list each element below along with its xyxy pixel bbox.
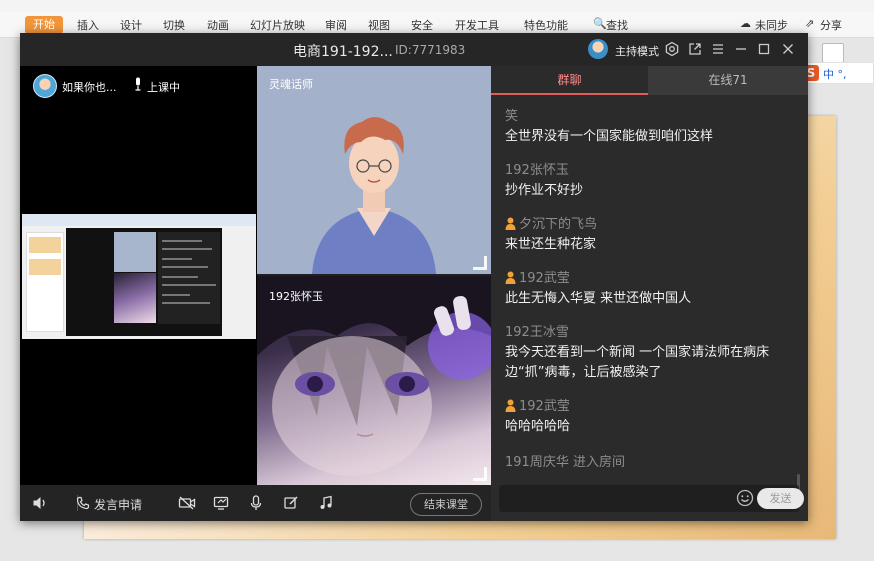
menu-view[interactable]: 视图 (368, 17, 390, 33)
menu-find[interactable]: 查找 (606, 17, 628, 33)
settings-icon[interactable] (664, 41, 680, 57)
sync-status[interactable]: 未同步 (755, 17, 788, 33)
message-sender-row: 192武莹 (505, 397, 793, 417)
message-sender: 192武莹 (519, 271, 570, 286)
message-text: 此生无悔入华夏 来世还做中国人 (505, 291, 692, 306)
classroom-window: 电商191-192... ID:7771983 主持模式 如果你也... 上课中 (20, 33, 808, 521)
teacher-video[interactable]: 灵魂话师 (257, 66, 491, 274)
host-mode-label[interactable]: 主持模式 (615, 43, 659, 59)
share-icon: ⇗ (805, 17, 815, 30)
sogou-ime-bar[interactable]: S 中 °, (798, 62, 874, 84)
camera-off-icon[interactable] (178, 485, 196, 521)
list-item: 192张怀玉 抄作业不好抄 (505, 161, 793, 201)
message-sender: 192王冰雪 (505, 325, 569, 340)
menu-design[interactable]: 设计 (120, 17, 142, 33)
join-notice: 191周庆华 进入房间 (505, 455, 625, 470)
music-icon[interactable] (318, 485, 334, 521)
chat-panel: 群聊 在线71 笑 全世界没有一个国家能做到咱们这样 192张怀玉 抄作业不好抄… (491, 66, 808, 521)
room-id: ID:7771983 (395, 43, 466, 57)
microphone-icon[interactable] (249, 485, 263, 521)
menu-transition[interactable]: 切换 (163, 17, 185, 33)
message-sender: 夕沉下的飞鸟 (519, 217, 598, 232)
menu-slideshow[interactable]: 幻灯片放映 (250, 17, 305, 33)
teacher-badge-icon (505, 399, 516, 412)
menu-insert[interactable]: 插入 (77, 17, 99, 33)
speaker-avatar[interactable] (33, 74, 57, 98)
menu-search-icon: 🔍 (593, 17, 607, 30)
shared-screen-thumbnails (26, 232, 64, 332)
office-top-strip (0, 0, 874, 12)
shared-screen-ribbon (22, 214, 256, 226)
mic-icon (133, 77, 143, 94)
doc-icon[interactable] (822, 43, 844, 63)
list-item: 192王冰雪 我今天还看到一个新闻 一个国家请法师在病床边“抓”病毒，让后被感染… (505, 323, 793, 383)
host-avatar[interactable] (588, 39, 608, 59)
shared-video-bottom (114, 273, 156, 323)
menu-features[interactable]: 特色功能 (524, 17, 568, 33)
menu-developer[interactable]: 开发工具 (455, 17, 499, 33)
teacher-illustration (312, 117, 436, 274)
shared-chat (158, 232, 220, 324)
student-video-label: 192张怀玉 (269, 290, 323, 303)
message-text: 抄作业不好抄 (505, 183, 584, 198)
message-text: 哈哈哈哈哈 (505, 419, 571, 434)
speaker-name: 如果你也... (62, 81, 117, 94)
expand-corner-icon[interactable] (473, 256, 487, 270)
shared-thumb-slide (29, 259, 61, 275)
shared-thumb-slide (29, 237, 61, 253)
shared-video-top (114, 232, 156, 272)
teacher-badge-icon (505, 217, 516, 230)
list-item: 夕沉下的飞鸟 来世还生种花家 (505, 215, 793, 255)
message-sender: 192张怀玉 (505, 163, 569, 178)
list-item: 191周庆华 进入房间 (505, 453, 793, 473)
chat-input[interactable]: 发送 (499, 485, 804, 512)
maximize-icon[interactable] (756, 41, 772, 57)
title-bar[interactable]: 电商191-192... ID:7771983 主持模式 (20, 33, 808, 66)
tab-group-chat[interactable]: 群聊 (491, 66, 648, 95)
menu-security[interactable]: 安全 (411, 17, 433, 33)
bottom-toolbar: 发言申请 结束课堂 (20, 485, 491, 521)
tab-online[interactable]: 在线71 (648, 66, 808, 95)
cloud-sync-icon: ☁ (740, 17, 751, 30)
share-button[interactable]: 分享 (820, 17, 842, 33)
shared-classroom-window (66, 228, 222, 336)
teacher-badge-icon (505, 271, 516, 284)
minimize-icon[interactable] (733, 41, 749, 57)
screen-share-icon[interactable] (213, 485, 229, 521)
message-text: 我今天还看到一个新闻 一个国家请法师在病床边“抓”病毒，让后被感染了 (505, 345, 770, 380)
screen-share-view[interactable] (22, 214, 256, 339)
message-text: 来世还生种花家 (505, 237, 597, 252)
end-class-button[interactable]: 结束课堂 (410, 493, 482, 516)
message-list[interactable]: 笑 全世界没有一个国家能做到咱们这样 192张怀玉 抄作业不好抄 夕沉下的飞鸟 … (491, 95, 808, 480)
message-sender: 192武莹 (519, 399, 570, 414)
list-item: 192武莹 哈哈哈哈哈 (505, 397, 793, 437)
message-sender-row: 夕沉下的飞鸟 (505, 215, 793, 235)
send-button[interactable]: 发送 (757, 488, 804, 509)
message-sender: 笑 (505, 109, 519, 124)
popout-icon[interactable] (687, 41, 703, 57)
window-title: 电商191-192... (293, 44, 393, 60)
menu-review[interactable]: 审阅 (325, 17, 347, 33)
student-illustration (257, 276, 491, 476)
phone-icon[interactable] (76, 485, 90, 521)
menu-animation[interactable]: 动画 (207, 17, 229, 33)
list-item: 笑 全世界没有一个国家能做到咱们这样 (505, 107, 793, 147)
student-video[interactable]: 192张怀玉 (257, 276, 491, 485)
apply-to-speak-button[interactable]: 发言申请 (94, 496, 142, 513)
emoji-icon[interactable] (736, 489, 754, 507)
speaker-status: 上课中 (147, 81, 180, 94)
menu-start[interactable]: 开始 (25, 16, 63, 34)
close-icon[interactable] (780, 41, 796, 57)
menu-icon[interactable] (710, 41, 726, 57)
teacher-video-label: 灵魂话师 (269, 78, 313, 91)
list-item: 192武莹 此生无悔入华夏 来世还做中国人 (505, 269, 793, 309)
sogou-mode: 中 °, (823, 68, 847, 81)
whiteboard-edit-icon[interactable] (283, 485, 299, 521)
expand-corner-icon[interactable] (473, 467, 487, 481)
message-text: 全世界没有一个国家能做到咱们这样 (505, 129, 714, 144)
speaker-volume-icon[interactable] (32, 485, 48, 521)
message-sender-row: 192武莹 (505, 269, 793, 289)
